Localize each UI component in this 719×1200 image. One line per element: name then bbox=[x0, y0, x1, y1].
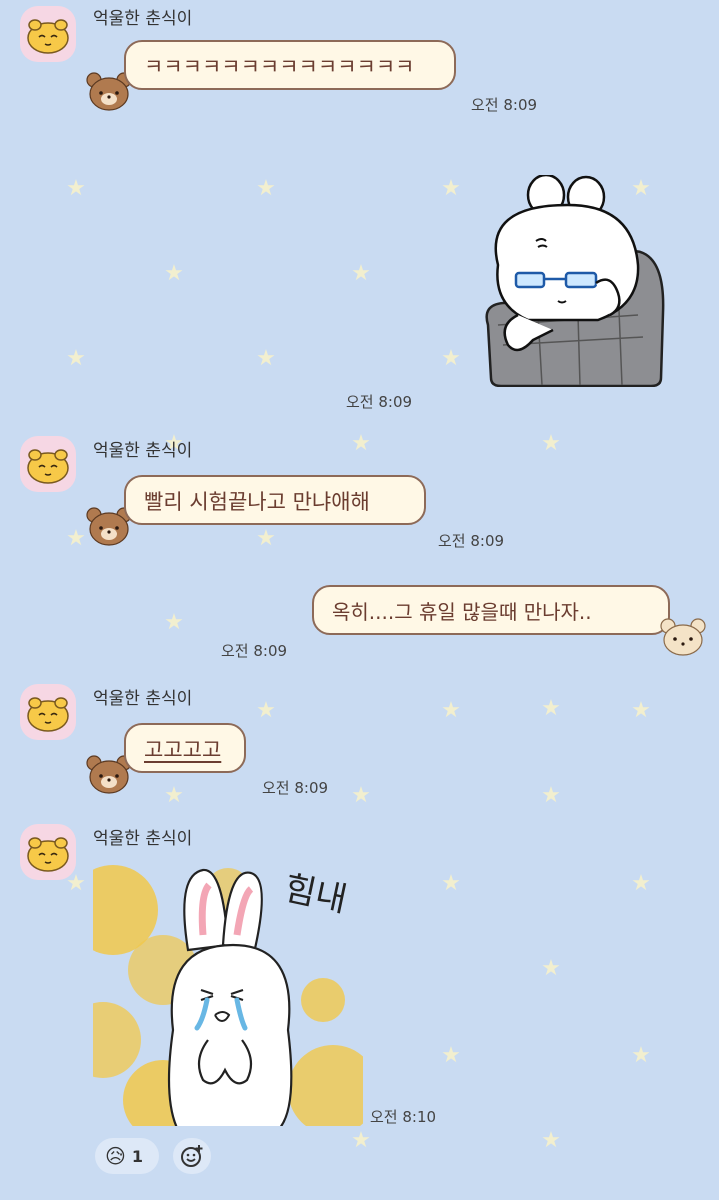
message-text: 고고고고 bbox=[144, 738, 222, 762]
chunsik-avatar-icon bbox=[27, 19, 69, 54]
reaction-chip[interactable]: 😥 1 bbox=[95, 1138, 159, 1174]
avatar[interactable] bbox=[20, 6, 76, 62]
chunsik-avatar-icon bbox=[27, 837, 69, 872]
message-time: 오전 8:09 bbox=[221, 642, 288, 660]
message-text: 빨리 시험끝나고 만냐애해 bbox=[144, 490, 370, 514]
message-time: 오전 8:09 bbox=[438, 532, 505, 550]
message-time: 오전 8:09 bbox=[471, 96, 538, 114]
message-time: 오전 8:09 bbox=[346, 393, 413, 411]
message-bubble[interactable]: ㅋㅋㅋㅋㅋㅋㅋㅋㅋㅋㅋㅋㅋㅋ bbox=[124, 40, 456, 90]
sender-name: 억울한 춘식이 bbox=[93, 689, 193, 709]
add-reaction-button[interactable] bbox=[173, 1138, 211, 1174]
message-bubble[interactable]: 옥히....그 휴일 많을때 만나자.. bbox=[312, 585, 670, 635]
chunsik-avatar-icon bbox=[27, 449, 69, 484]
crying-rabbit-sticker[interactable]: 힘내 bbox=[93, 860, 363, 1126]
sender-name: 억울한 춘식이 bbox=[93, 829, 193, 849]
reaction-count: 1 bbox=[131, 1146, 143, 1166]
bear-decoration-icon bbox=[660, 618, 706, 656]
reaction-emoji: 😥 bbox=[105, 1144, 126, 1168]
rabbit-glasses-sticker[interactable] bbox=[478, 175, 668, 387]
message-text: 옥히....그 휴일 많을때 만나자.. bbox=[332, 600, 592, 624]
message-text: ㅋㅋㅋㅋㅋㅋㅋㅋㅋㅋㅋㅋㅋㅋ bbox=[144, 55, 415, 79]
message-bubble[interactable]: 빨리 시험끝나고 만냐애해 bbox=[124, 475, 426, 525]
message-time: 오전 8:09 bbox=[262, 779, 329, 797]
avatar[interactable] bbox=[20, 436, 76, 492]
avatar[interactable] bbox=[20, 684, 76, 740]
message-bubble[interactable]: 고고고고 bbox=[124, 723, 246, 773]
sender-name: 억울한 춘식이 bbox=[93, 9, 193, 29]
avatar[interactable] bbox=[20, 824, 76, 880]
crying-rabbit-illustration: 힘내 bbox=[93, 860, 363, 1126]
message-time: 오전 8:10 bbox=[370, 1108, 437, 1126]
add-reaction-icon bbox=[181, 1145, 203, 1167]
sender-name: 억울한 춘식이 bbox=[93, 441, 193, 461]
chunsik-avatar-icon bbox=[27, 697, 69, 732]
